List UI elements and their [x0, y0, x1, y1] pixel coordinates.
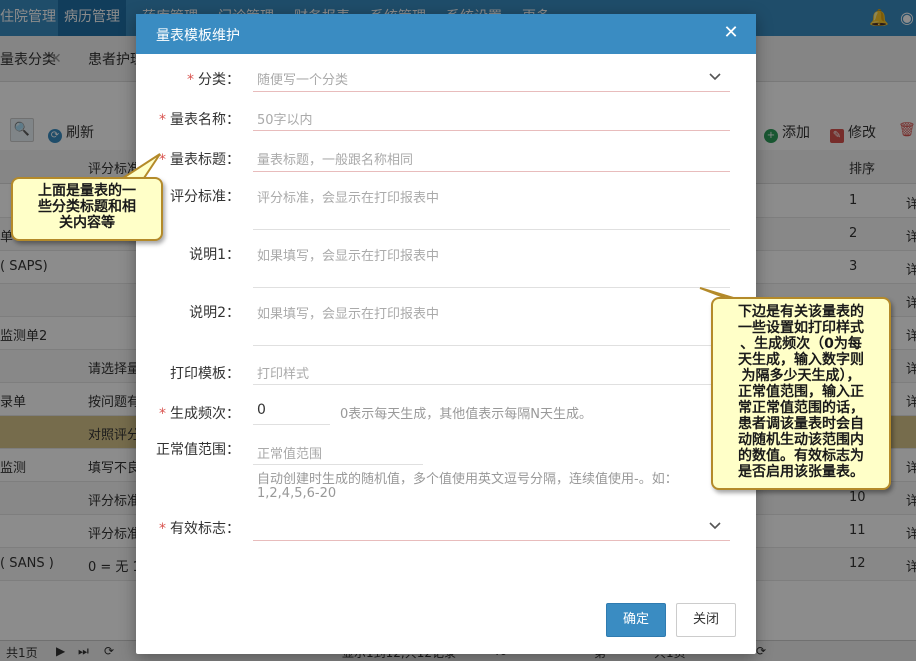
- print-template-input[interactable]: 打印样式: [257, 363, 309, 382]
- normal-range-underline: [253, 464, 423, 465]
- category-underline: [253, 91, 730, 92]
- close-icon[interactable]: ✕: [720, 22, 742, 44]
- print-template-underline: [253, 384, 730, 385]
- heading-input[interactable]: 量表标题，一般跟名称相同: [257, 149, 413, 168]
- callout-right-line: 动随机生动该范围内: [738, 432, 864, 448]
- callout-right-line: 是否启用该张量表。: [738, 464, 864, 480]
- heading-underline: [253, 171, 730, 172]
- name-underline: [253, 130, 730, 131]
- name-label: * 量表名称：: [159, 112, 240, 128]
- print-template-label: 打印模板：: [170, 366, 240, 382]
- criteria-textarea[interactable]: 评分标准，会显示在打印报表中: [257, 187, 439, 206]
- dialog-header: 量表模板维护 ✕: [136, 14, 756, 54]
- chevron-down-icon[interactable]: [708, 70, 722, 84]
- category-label: * 分类：: [187, 72, 240, 88]
- callout-right-line: 患者调该量表时会自: [738, 416, 864, 432]
- frequency-underline: [253, 424, 330, 425]
- callout-left-line: 关内容等: [59, 215, 115, 231]
- note2-label: 说明2：: [189, 305, 240, 321]
- frequency-hint: 0表示每天生成，其他值表示每隔N天生成。: [340, 407, 592, 422]
- normal-range-input[interactable]: 正常值范围: [257, 443, 322, 462]
- note2-textarea[interactable]: 如果填写，会显示在打印报表中: [257, 303, 439, 322]
- callout-right-line: 一些设置如打印样式: [738, 320, 864, 336]
- scale-template-dialog: 量表模板维护 ✕ * 分类： 随便写一个分类 * 量表名称： 50字以内 * 量表标题…: [136, 14, 756, 654]
- callout-right-line: 天生成，输入数字则: [738, 352, 864, 368]
- callout-left: 上面是量表的一 些分类标题和相 关内容等: [11, 177, 163, 241]
- frequency-input[interactable]: 0: [257, 402, 266, 418]
- normal-range-hint-line2: 1,2,4,5,6-20: [257, 486, 337, 501]
- required-mark: *: [159, 112, 166, 128]
- callout-right-line: 下边是有关该量表的: [738, 304, 864, 320]
- note1-label: 说明1：: [189, 247, 240, 263]
- criteria-underline: [253, 229, 730, 230]
- criteria-label: 评分标准：: [170, 189, 240, 205]
- callout-right-line: 为隔多少天生成），: [741, 368, 861, 384]
- frequency-label: * 生成频次：: [159, 406, 240, 422]
- callout-left-line: 上面是量表的一: [38, 183, 136, 199]
- dialog-title: 量表模板维护: [156, 28, 240, 44]
- callout-right-line: 正常值范围，输入正: [738, 384, 864, 400]
- callout-right-line: 常正常值范围的话，: [738, 400, 864, 416]
- valid-flag-select[interactable]: [253, 540, 730, 541]
- confirm-button[interactable]: 确定: [606, 603, 666, 637]
- category-select[interactable]: 随便写一个分类: [257, 69, 348, 88]
- callout-left-line: 些分类标题和相: [38, 199, 136, 215]
- normal-range-hint-line1: 自动创建时生成的随机值，多个值使用英文逗号分隔，连续值使用-。如：: [257, 472, 678, 487]
- close-button[interactable]: 关闭: [676, 603, 736, 637]
- note2-underline: [253, 345, 730, 346]
- callout-right: 下边是有关该量表的 一些设置如打印样式 、生成频次（0为每 天生成，输入数字则 …: [711, 297, 891, 490]
- heading-label: * 量表标题：: [159, 152, 240, 168]
- required-mark: *: [187, 72, 194, 88]
- normal-range-label: 正常值范围：: [156, 442, 240, 458]
- required-mark: *: [159, 521, 166, 537]
- required-mark: *: [159, 152, 166, 168]
- required-mark: *: [159, 406, 166, 422]
- note1-textarea[interactable]: 如果填写，会显示在打印报表中: [257, 245, 439, 264]
- note1-underline: [253, 287, 730, 288]
- name-input[interactable]: 50字以内: [257, 109, 313, 128]
- valid-flag-label: * 有效标志：: [159, 521, 240, 537]
- callout-right-line: 、生成频次（0为每: [740, 336, 862, 352]
- callout-right-line: 的数值。有效标志为: [738, 448, 864, 464]
- chevron-down-icon[interactable]: [708, 519, 722, 533]
